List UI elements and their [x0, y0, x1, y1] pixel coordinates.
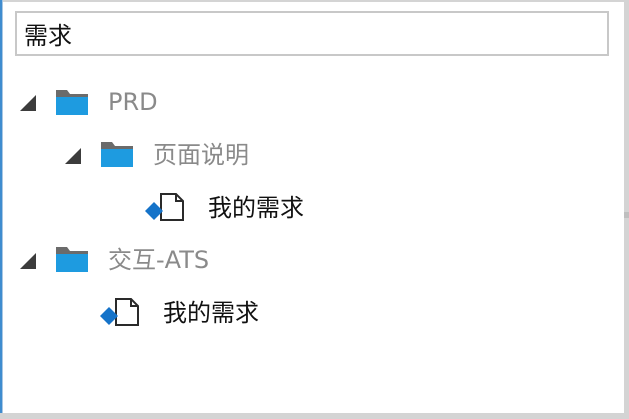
page-tree-panel: PRD 页面说明 我的需求 交互-ATS: [0, 0, 629, 419]
tree-node-label: 交互-ATS: [108, 246, 210, 274]
search-input[interactable]: [15, 11, 609, 56]
folder-icon: [56, 247, 88, 272]
tree-node-label: 页面说明: [153, 141, 249, 169]
folder-icon: [56, 90, 88, 115]
expand-arrow-icon[interactable]: [64, 147, 82, 165]
resize-grip[interactable]: [624, 212, 629, 218]
expand-arrow-icon[interactable]: [19, 252, 37, 270]
tree-node-folder[interactable]: 页面说明: [0, 137, 600, 173]
tree-node-label: 我的需求: [163, 299, 259, 327]
tree-node-page[interactable]: 我的需求: [0, 189, 600, 225]
tree-node-label: 我的需求: [208, 194, 304, 222]
tree-node-page[interactable]: 我的需求: [0, 294, 600, 330]
folder-icon: [101, 142, 133, 167]
panel-top-border: [0, 0, 629, 2]
panel-bottom-border: [0, 413, 629, 419]
panel-resize-handle[interactable]: [624, 0, 629, 419]
page-icon: [100, 298, 139, 326]
expand-arrow-icon[interactable]: [19, 94, 37, 112]
tree-node-folder[interactable]: PRD: [0, 84, 600, 120]
page-icon: [145, 193, 184, 221]
tree-node-label: PRD: [108, 88, 158, 116]
tree-node-folder[interactable]: 交互-ATS: [0, 242, 600, 278]
